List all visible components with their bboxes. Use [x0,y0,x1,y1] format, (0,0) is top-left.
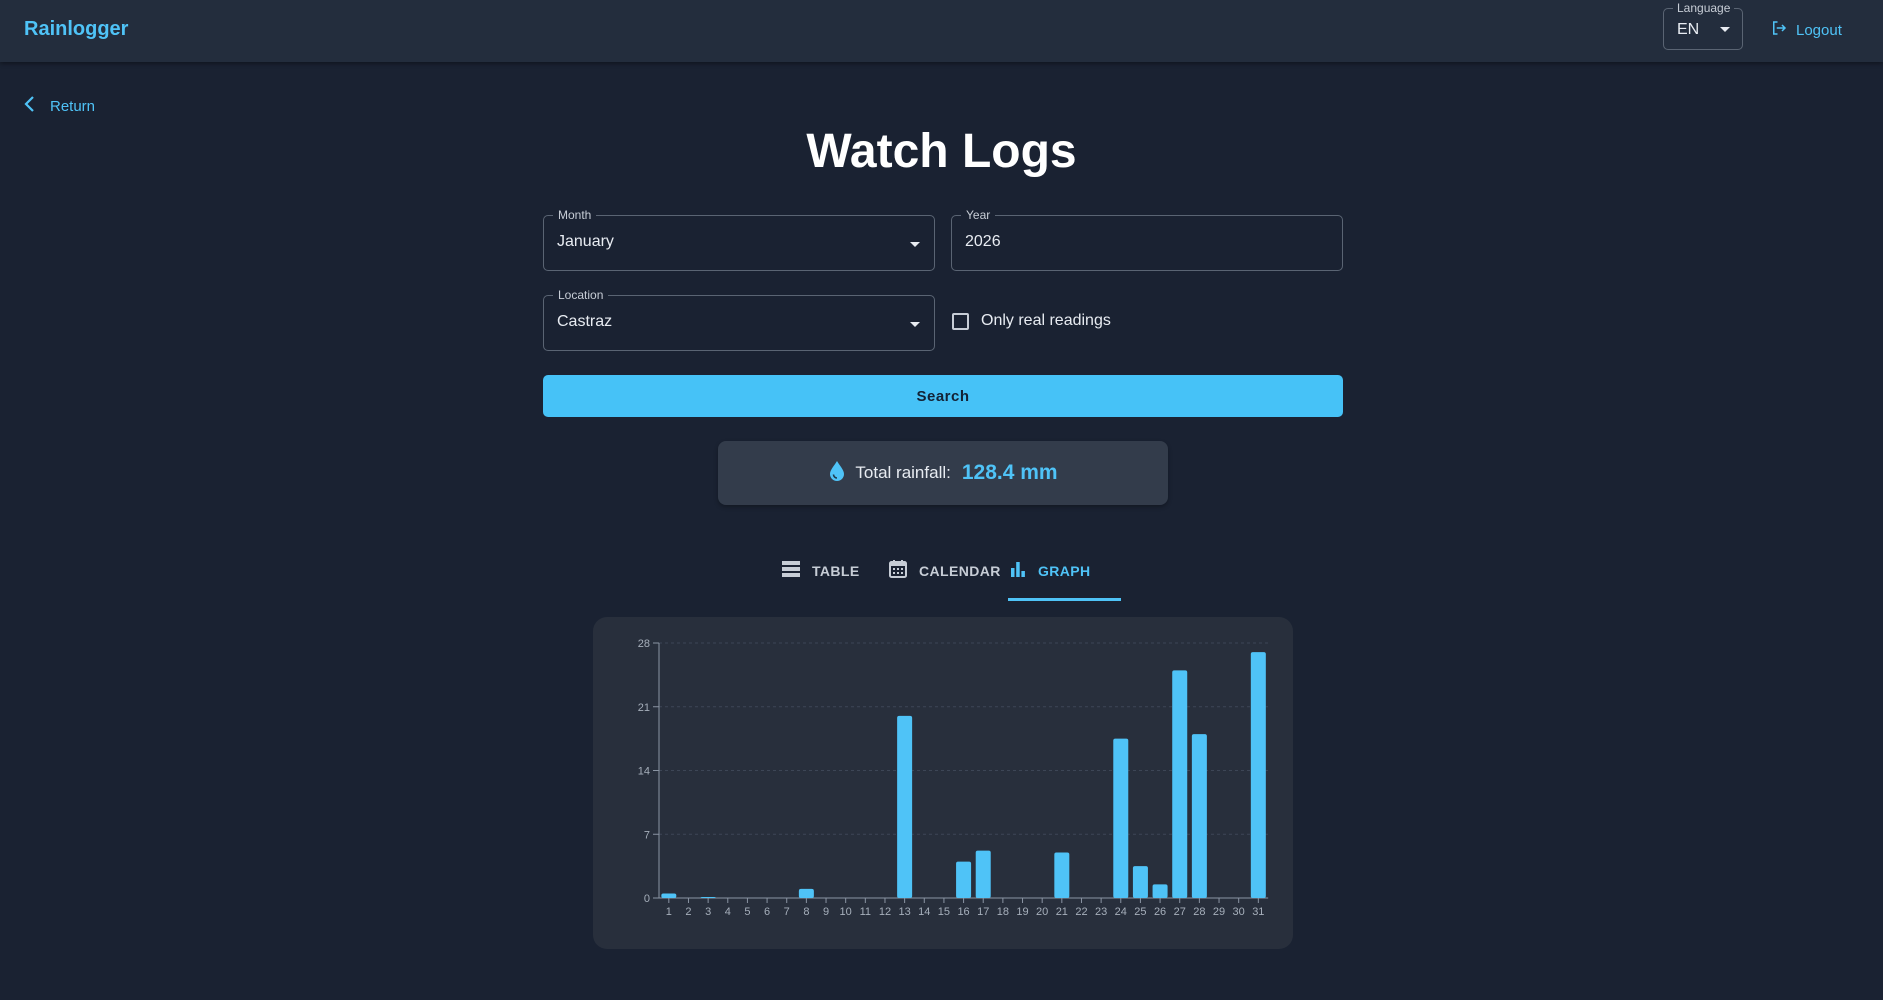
bar-day-3 [700,897,716,898]
return-label: Return [50,97,96,115]
rainfall-bar-chart: 071421281 2 3 4 5 6 7 8 9 10 11 12 13 14 15 16 17 18 19 20 2… [638,638,1269,918]
x-tick-label: 18 [997,906,1009,918]
bar-day-13 [897,715,913,898]
only-real-readings-toggle[interactable]: Only real readings [952,312,1111,330]
bar-day-8 [798,888,814,898]
table-icon [781,560,801,581]
x-tick-label: 22 [1075,906,1087,918]
logout-icon [1770,19,1788,41]
top-app-bar: Rainlogger Language EN Logout [0,0,1883,62]
year-value: 2026 [965,233,1001,250]
month-value: January [557,233,614,250]
bar-day-27 [1172,670,1188,898]
x-tick-label: 19 [1016,906,1028,918]
x-tick-label: 17 [977,906,989,918]
year-field[interactable]: Year 2026 [951,208,1343,271]
x-tick-label: 26 [1154,906,1166,918]
bar-day-26 [1152,884,1168,898]
x-tick-label: 15 [938,906,950,918]
x-tick-label: 1 [666,906,672,918]
caret-down-icon [1720,27,1730,32]
year-label: Year [961,208,996,222]
language-label: Language [1673,1,1735,15]
rainfall-chart-card: 0 7 14 21 28 1 2 3 4 5 6 7 8 9 10 11 12 13 14 15 16 17 18 19 20 2… [593,617,1293,949]
x-tick-label: 5 [744,906,750,918]
x-tick-label: 21 [1056,906,1068,918]
x-tick-label: 29 [1213,906,1225,918]
language-value: EN [1677,21,1700,38]
total-rainfall-value: 128.4 mm [961,461,1058,484]
bar-day-25 [1132,866,1148,898]
language-select[interactable]: Language EN [1663,1,1743,50]
x-tick-label: 27 [1174,906,1186,918]
x-tick-label: 6 [764,906,770,918]
x-tick-label: 20 [1036,906,1048,918]
bar-chart-icon [1009,560,1027,581]
x-tick-label: 7 [784,906,790,918]
tab-graph-label: GRAPH [1038,562,1091,579]
x-tick-label: 13 [899,906,911,918]
x-tick-label: 28 [1193,906,1205,918]
x-tick-label: 11 [860,906,871,918]
bar-day-1 [661,893,677,898]
month-label: Month [553,208,597,222]
brand-logo[interactable]: Rainlogger [24,18,128,41]
x-tick-label: 8 [803,906,809,918]
bar-day-16 [956,861,972,898]
logout-label: Logout [1796,21,1842,39]
x-tick-label: 14 [918,906,930,918]
water-drop-icon [828,460,846,487]
bar-day-31 [1250,652,1266,898]
y-tick-label: 0 [644,893,650,905]
y-tick-label: 21 [638,702,650,714]
x-tick-label: 3 [705,906,711,918]
page-title: Watch Logs [806,125,1077,178]
location-label: Location [553,288,609,302]
x-tick-label: 2 [685,906,691,918]
y-tick-label: 28 [638,638,650,650]
calendar-icon [888,559,908,582]
active-tab-indicator [1008,598,1121,601]
month-select[interactable]: Month January [543,208,935,271]
x-tick-label: 23 [1095,906,1107,918]
caret-down-icon [910,242,920,247]
logout-button[interactable]: Logout [1770,19,1842,41]
view-tabs: TABLE CALENDAR GRAPH [768,540,1128,601]
tab-calendar[interactable]: CALENDAR [888,540,1001,601]
x-tick-label: 4 [725,906,731,918]
y-tick-label: 7 [644,829,650,841]
bar-day-21 [1054,852,1070,898]
bar-day-17 [975,850,991,898]
x-tick-label: 9 [823,906,829,918]
total-rainfall-label: Total rainfall: [855,463,951,482]
location-value: Castraz [557,313,613,330]
tab-graph[interactable]: GRAPH [1009,540,1091,601]
x-tick-label: 30 [1233,906,1245,918]
location-select[interactable]: Location Castraz [543,288,935,351]
x-tick-label: 24 [1115,906,1127,918]
x-tick-label: 12 [879,906,891,918]
caret-down-icon [910,322,920,327]
x-tick-label: 10 [840,906,852,918]
tab-calendar-label: CALENDAR [919,562,1001,579]
tab-table[interactable]: TABLE [781,540,860,601]
search-button[interactable]: Search [543,375,1343,417]
total-rainfall-card: Total rainfall: 128.4 mm [718,441,1168,505]
x-tick-label: 31 [1252,906,1264,918]
x-tick-label: 25 [1134,906,1146,918]
tab-table-label: TABLE [812,562,860,579]
bar-day-24 [1113,738,1129,898]
y-tick-label: 14 [638,766,650,778]
bar-day-28 [1191,734,1207,898]
chevron-left-icon [24,95,36,117]
only-real-readings-checkbox[interactable] [952,312,969,330]
only-real-readings-label: Only real readings [981,312,1111,329]
x-tick-label: 16 [957,906,969,918]
return-link[interactable]: Return [24,95,95,117]
